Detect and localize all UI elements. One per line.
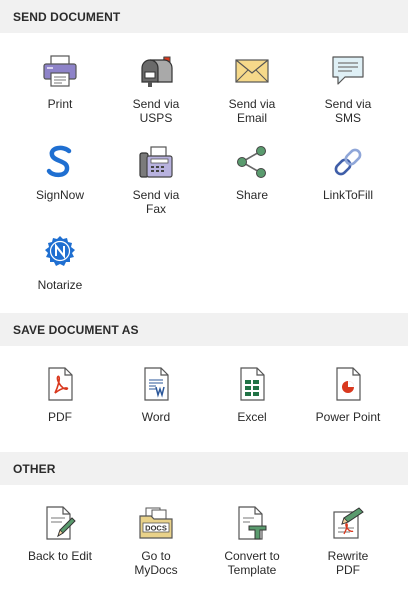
word-label: Word — [141, 410, 171, 424]
excel-file-icon — [232, 364, 272, 404]
pdf-label: PDF — [48, 410, 72, 424]
template-icon — [232, 503, 272, 543]
print-label: Print — [47, 97, 73, 111]
send-via-email-label: Send via Email — [228, 97, 276, 125]
send-document-header: SEND DOCUMENT — [0, 0, 408, 33]
powerpoint-file-icon — [328, 364, 368, 404]
convert-to-template-label: Convert to Template — [224, 549, 280, 577]
print-button[interactable]: Print — [12, 41, 108, 129]
send-via-usps-label: Send via USPS — [132, 97, 180, 125]
send-via-sms-button[interactable]: Send via SMS — [300, 41, 396, 129]
send-via-fax-button[interactable]: Send via Fax — [108, 132, 204, 220]
send-via-sms-label: Send via SMS — [324, 97, 372, 125]
share-icon — [232, 142, 272, 182]
rewrite-pdf-button[interactable]: Rewrite PDF — [300, 493, 396, 581]
other-title: OTHER — [13, 461, 56, 476]
powerpoint-label: Power Point — [315, 410, 381, 424]
envelope-icon — [232, 51, 272, 91]
share-button[interactable]: Share — [204, 132, 300, 220]
printer-icon — [40, 51, 80, 91]
signnow-button[interactable]: SignNow — [12, 132, 108, 220]
send-via-usps-button[interactable]: Send via USPS — [108, 41, 204, 129]
save-as-powerpoint-button[interactable]: Power Point — [300, 354, 396, 442]
pdf-file-icon — [40, 364, 80, 404]
go-to-mydocs-label: Go to MyDocs — [134, 549, 178, 577]
signnow-label: SignNow — [35, 187, 85, 202]
notarize-icon — [40, 232, 80, 272]
link-icon — [328, 142, 368, 182]
linktofill-label: LinkToFill — [322, 187, 373, 202]
signnow-icon — [40, 142, 80, 182]
back-to-edit-button[interactable]: Back to Edit — [12, 493, 108, 581]
save-document-as-title: SAVE DOCUMENT AS — [13, 322, 139, 337]
save-document-as-grid: PDF Word Excel Power Point — [0, 346, 408, 452]
share-label: Share — [235, 187, 269, 202]
save-as-excel-button[interactable]: Excel — [204, 354, 300, 442]
notarize-button[interactable]: Notarize — [12, 222, 108, 310]
other-header: OTHER — [0, 452, 408, 485]
fax-icon — [136, 142, 176, 182]
convert-to-template-button[interactable]: Convert to Template — [204, 493, 300, 581]
go-to-mydocs-button[interactable]: DOCS Go to MyDocs — [108, 493, 204, 581]
excel-label: Excel — [237, 410, 267, 424]
word-file-icon — [136, 364, 176, 404]
other-grid: Back to Edit DOCS Go to MyDocs Convert t… — [0, 485, 408, 597]
linktofill-button[interactable]: LinkToFill — [300, 132, 396, 220]
send-document-grid: Print Send via USPS Send via Email Send … — [0, 33, 408, 313]
notarize-label: Notarize — [37, 278, 83, 293]
rewrite-pdf-label: Rewrite PDF — [327, 549, 369, 577]
back-to-edit-label: Back to Edit — [27, 549, 93, 563]
docs-folder-icon: DOCS — [136, 503, 176, 543]
save-document-as-header: SAVE DOCUMENT AS — [0, 313, 408, 346]
send-via-fax-label: Send via Fax — [132, 187, 180, 216]
docs-folder-icon-text: DOCS — [145, 524, 167, 533]
rewrite-pdf-icon — [328, 503, 368, 543]
send-document-title: SEND DOCUMENT — [13, 9, 121, 24]
save-as-pdf-button[interactable]: PDF — [12, 354, 108, 442]
mailbox-icon — [136, 51, 176, 91]
send-via-email-button[interactable]: Send via Email — [204, 41, 300, 129]
chat-bubble-icon — [328, 51, 368, 91]
save-as-word-button[interactable]: Word — [108, 354, 204, 442]
edit-document-icon — [40, 503, 80, 543]
